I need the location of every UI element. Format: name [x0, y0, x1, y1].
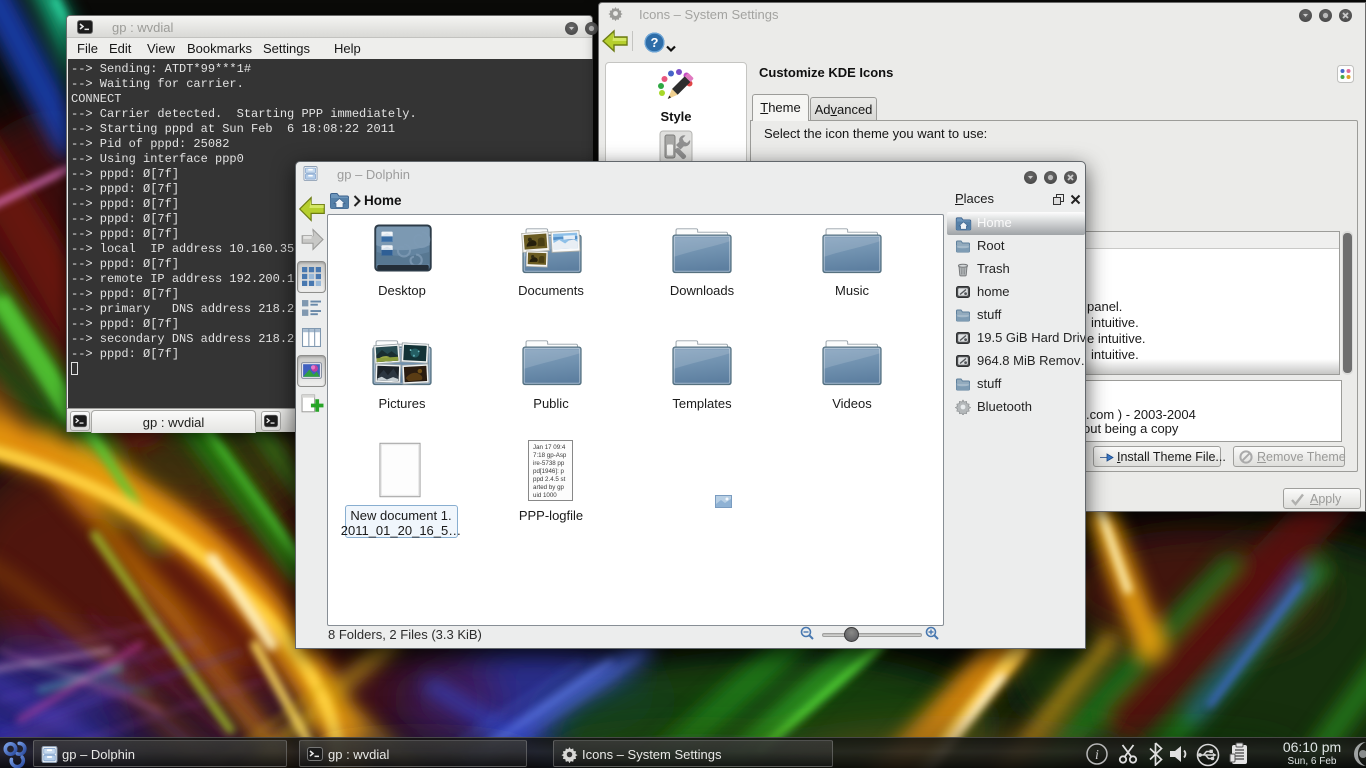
svg-text:ppd 2.4.5 st: ppd 2.4.5 st [533, 476, 566, 483]
svg-text:i: i [1095, 748, 1099, 763]
svg-text:uid 1000: uid 1000 [533, 492, 557, 499]
svg-text:7:18 gp-Asp: 7:18 gp-Asp [533, 452, 567, 459]
svg-text:?: ? [651, 35, 659, 50]
svg-text:ire-5738 pp: ire-5738 pp [533, 460, 565, 467]
svg-text:Jan 17 09:4: Jan 17 09:4 [533, 444, 566, 451]
svg-text:pd[1946]: p: pd[1946]: p [533, 468, 565, 475]
svg-text:arted by gp: arted by gp [533, 484, 565, 491]
